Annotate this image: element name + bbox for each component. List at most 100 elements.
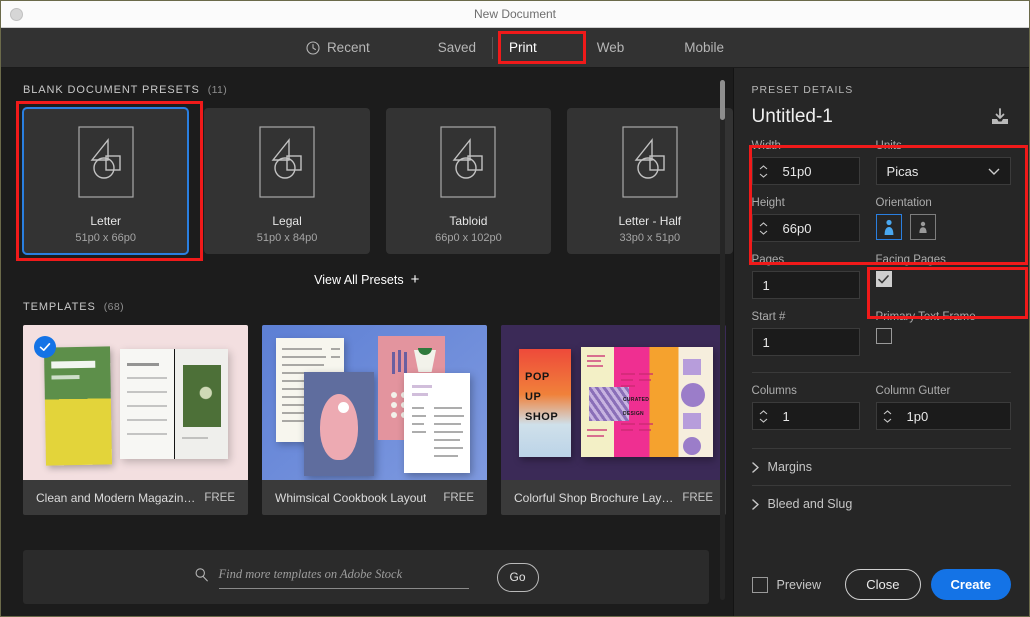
bleed-slug-accordion[interactable]: Bleed and Slug [752,486,1011,522]
document-page-icon [259,126,315,198]
preset-details-heading: PRESET DETAILS [752,84,1011,96]
preset-card-tabloid[interactable]: Tabloid 66p0 x 102p0 [386,108,551,254]
go-button-label: Go [509,570,525,584]
template-price: FREE [682,492,713,504]
thumb-cookbook-cover [304,372,374,476]
height-field: Height 66p0 [752,197,860,242]
tab-recent-label: Recent [327,40,370,55]
preset-card-legal[interactable]: Legal 51p0 x 84p0 [204,108,369,254]
chevron-up-icon [883,410,892,415]
start-number-field: Start # 1 [752,311,860,356]
orientation-field: Orientation [876,197,1011,242]
template-footer: Clean and Modern Magazine La... FREE [23,480,248,515]
template-card-magazine[interactable]: Clean and Modern Magazine La... FREE [23,325,248,515]
view-all-presets-label: View All Presets [314,273,403,287]
template-price: FREE [443,492,474,504]
template-footer: Colorful Shop Brochure Layout FREE [501,480,726,515]
columns-input[interactable]: 1 [752,402,860,430]
preview-toggle[interactable]: Preview [752,577,821,593]
thumb-word-shop: SHOP [525,411,558,423]
width-label: Width [752,140,860,152]
document-name-row: Untitled-1 [752,106,1011,128]
preset-name: Letter [90,214,121,228]
column-gutter-input[interactable]: 1p0 [876,402,1011,430]
title-bar: New Document [1,1,1029,28]
window-title: New Document [1,7,1029,21]
tab-recent[interactable]: Recent [296,34,380,61]
height-label: Height [752,197,860,209]
start-number-label: Start # [752,311,860,323]
thumb-word-up: UP [525,391,541,403]
units-field: Units Picas [876,140,1011,185]
column-gutter-stepper[interactable] [877,403,899,429]
preset-name: Tabloid [449,214,487,228]
thumb-brochure-spread: CURATED DESIGN [581,347,713,457]
primary-text-frame-label: Primary Text Frame [876,311,1011,323]
close-button[interactable]: Close [845,569,920,600]
columns-stepper[interactable] [753,403,775,429]
column-gutter-label: Column Gutter [876,385,1011,397]
preset-size: 51p0 x 84p0 [257,232,318,244]
tab-web[interactable]: Web [587,34,635,61]
left-panel-scrollbar-thumb[interactable] [720,80,725,120]
template-selected-badge [34,336,56,358]
units-value: Picas [887,164,919,179]
tab-print[interactable]: Print [499,34,547,61]
orientation-landscape-button[interactable] [910,214,936,240]
preset-details-panel: PRESET DETAILS Untitled-1 Width [733,68,1029,617]
template-thumbnail [262,325,487,480]
height-stepper[interactable] [753,215,775,241]
height-input[interactable]: 66p0 [752,214,860,242]
columns-label: Columns [752,385,860,397]
chevron-down-icon [759,173,768,178]
stock-search-placeholder: Find more templates on Adobe Stock [219,567,403,581]
create-button[interactable]: Create [931,569,1011,600]
tab-divider [492,37,493,59]
dialog-body: BLANK DOCUMENT PRESETS (11) Letter 51p0 [1,68,1029,617]
start-number-input[interactable]: 1 [752,328,860,356]
facing-pages-checkbox[interactable] [876,271,892,287]
template-price: FREE [204,492,235,504]
template-thumbnail: POP UP SHOP [501,325,726,480]
stock-search-input[interactable]: Find more templates on Adobe Stock [219,565,469,589]
width-field: Width 51p0 [752,140,860,185]
stock-search-go-button[interactable]: Go [497,563,539,592]
width-input[interactable]: 51p0 [752,157,860,185]
margins-accordion[interactable]: Margins [752,449,1011,485]
left-panel: BLANK DOCUMENT PRESETS (11) Letter 51p0 [1,68,733,617]
primary-text-frame-field: Primary Text Frame [876,311,1011,356]
pages-input[interactable]: 1 [752,271,860,299]
tab-saved[interactable]: Saved [428,34,486,61]
preset-list: Letter 51p0 x 66p0 Legal 51p0 x [1,96,733,254]
width-stepper[interactable] [753,158,775,184]
preset-card-letter-half[interactable]: Letter - Half 33p0 x 51p0 [567,108,732,254]
document-page-icon [622,126,678,198]
template-card-brochure[interactable]: POP UP SHOP [501,325,726,515]
column-gutter-field: Column Gutter 1p0 [876,385,1011,430]
preset-card-letter[interactable]: Letter 51p0 x 66p0 [23,108,188,254]
new-document-dialog: New Document Recent Saved Print Web [0,0,1030,617]
orientation-portrait-button[interactable] [876,214,902,240]
template-card-cookbook[interactable]: Whimsical Cookbook Layout FREE [262,325,487,515]
close-button-label: Close [866,577,899,592]
save-preset-icon[interactable] [989,108,1011,126]
units-select[interactable]: Picas [876,157,1011,185]
chevron-down-icon [988,168,1000,175]
columns-field: Columns 1 [752,385,860,430]
tab-mobile[interactable]: Mobile [674,34,734,61]
check-icon [878,275,889,284]
preset-name: Letter - Half [618,214,681,228]
create-button-label: Create [951,577,991,592]
chevron-right-icon [752,462,759,473]
blank-presets-heading: BLANK DOCUMENT PRESETS (11) [1,68,733,96]
template-thumbnail [23,325,248,480]
primary-text-frame-checkbox[interactable] [876,328,892,344]
pages-label: Pages [752,254,860,266]
view-all-presets-button[interactable]: View All Presets + [1,272,733,287]
preview-checkbox[interactable] [752,577,768,593]
thumb-brochure-cover: POP UP SHOP [519,349,571,457]
width-value: 51p0 [775,164,812,179]
tab-mobile-label: Mobile [684,40,724,55]
left-panel-scrollbar-track[interactable] [720,80,725,600]
clock-icon [306,41,320,55]
